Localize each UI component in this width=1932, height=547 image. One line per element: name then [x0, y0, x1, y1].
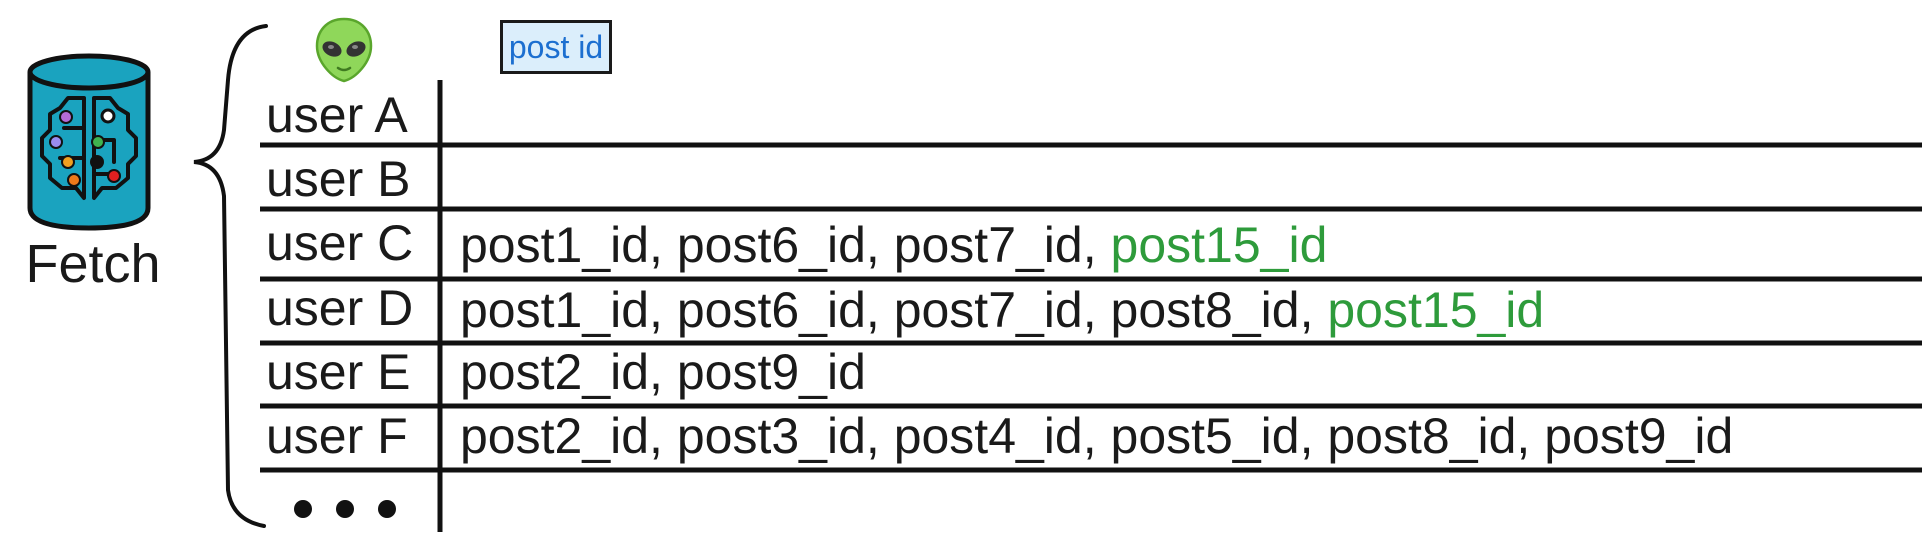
post-id: post2_id	[460, 344, 650, 400]
post-id: post7_id	[893, 217, 1083, 273]
post-separator: ,	[1299, 408, 1328, 464]
post-separator: ,	[1082, 217, 1111, 273]
post-list-user-e: post2_id, post9_id	[460, 340, 866, 404]
post-separator: ,	[649, 217, 677, 273]
post-list-user-d: post1_id, post6_id, post7_id, post8_id, …	[460, 278, 1544, 342]
row-label-user-f: user F	[266, 408, 408, 464]
post-id: post5_id	[1110, 408, 1300, 464]
post-separator: ,	[865, 408, 894, 464]
post-id: post15_id	[1110, 217, 1328, 273]
post-separator: ,	[1082, 408, 1111, 464]
post-separator: ,	[1082, 282, 1111, 338]
row-label-user-a: user A	[266, 87, 408, 143]
post-separator: ,	[649, 344, 677, 400]
post-id: post9_id	[1544, 408, 1734, 464]
post-list-user-f: post2_id, post3_id, post4_id, post5_id, …	[460, 404, 1733, 468]
post-id: post6_id	[676, 217, 866, 273]
post-id: post8_id	[1327, 408, 1517, 464]
row-label-user-b: user B	[266, 151, 411, 207]
ellipsis-dot	[336, 500, 354, 518]
post-list-user-c: post1_id, post6_id, post7_id, post15_id	[460, 213, 1327, 277]
post-separator: ,	[1299, 282, 1328, 338]
post-separator: ,	[649, 282, 677, 338]
row-label-user-c: user C	[266, 215, 414, 271]
post-id: post9_id	[676, 344, 866, 400]
post-id: post1_id	[460, 282, 650, 338]
post-id: post8_id	[1110, 282, 1300, 338]
post-separator: ,	[1516, 408, 1545, 464]
post-id: post2_id	[460, 408, 650, 464]
post-id: post6_id	[676, 282, 866, 338]
post-id: post4_id	[893, 408, 1083, 464]
ellipsis-dot	[378, 500, 396, 518]
post-separator: ,	[865, 217, 894, 273]
row-label-user-d: user D	[266, 280, 414, 336]
row-label-user-e: user E	[266, 344, 411, 400]
post-separator: ,	[649, 408, 677, 464]
post-id: post15_id	[1327, 282, 1545, 338]
more-rows-ellipsis	[290, 494, 410, 524]
post-id: post3_id	[676, 408, 866, 464]
post-id: post1_id	[460, 217, 650, 273]
post-separator: ,	[865, 282, 894, 338]
ellipsis-dot	[294, 500, 312, 518]
post-id: post7_id	[893, 282, 1083, 338]
